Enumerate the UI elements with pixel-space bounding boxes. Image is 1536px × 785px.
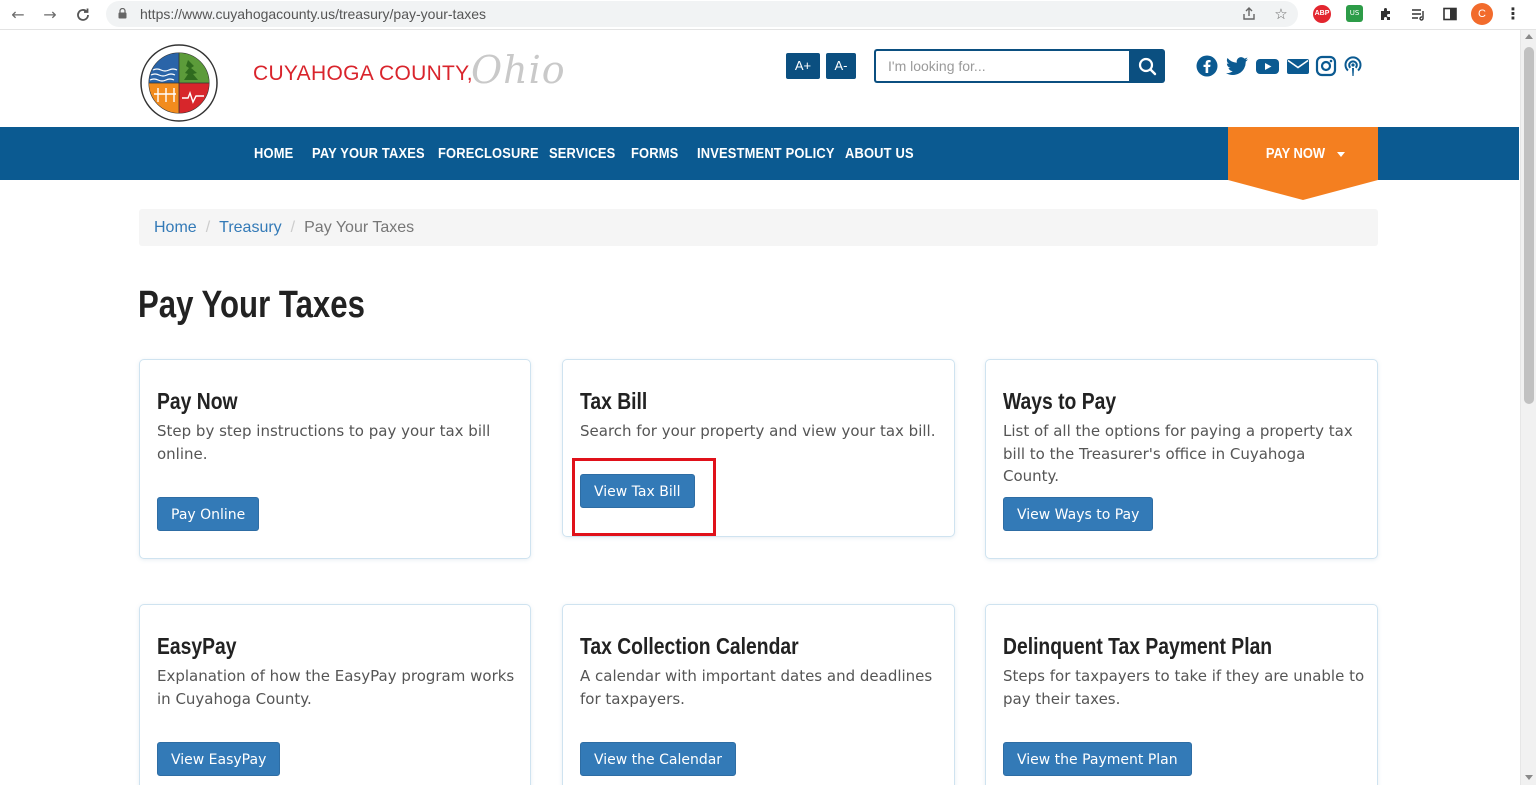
- page-scrollbar[interactable]: [1520, 30, 1536, 785]
- pay-now-ribbon-tail: [1228, 180, 1378, 200]
- scroll-up-icon[interactable]: [1525, 34, 1533, 39]
- card-title: Delinquent Tax Payment Plan: [1003, 633, 1273, 659]
- address-bar[interactable]: https://www.cuyahogacounty.us/treasury/p…: [106, 1, 1298, 27]
- site-search: [874, 49, 1165, 83]
- back-arrow-icon[interactable]: ←: [8, 5, 28, 25]
- highlight-box: [572, 458, 716, 536]
- scrollbar-thumb[interactable]: [1524, 47, 1534, 404]
- breadcrumb-home-link[interactable]: Home: [154, 219, 197, 236]
- breadcrumb-current: Pay Your Taxes: [304, 219, 415, 236]
- twitter-icon[interactable]: [1225, 55, 1249, 77]
- nav-pay-your-taxes[interactable]: PAY YOUR TAXES: [312, 127, 425, 180]
- forward-arrow-icon[interactable]: →: [40, 5, 60, 25]
- page-title: Pay Your Taxes: [138, 284, 365, 326]
- card-description: List of all the options for paying a pro…: [1003, 422, 1353, 485]
- county-seal-logo[interactable]: [140, 44, 218, 122]
- pay-online-button[interactable]: Pay Online: [157, 497, 260, 531]
- nav-forms[interactable]: FORMS: [631, 127, 678, 180]
- profile-avatar[interactable]: C: [1471, 3, 1493, 25]
- view-payment-plan-button[interactable]: View the Payment Plan: [1003, 742, 1192, 776]
- podcast-icon[interactable]: [1342, 55, 1364, 77]
- side-panel-icon[interactable]: [1440, 4, 1460, 24]
- vpn-extension-icon[interactable]: US: [1346, 5, 1363, 22]
- email-icon[interactable]: [1286, 55, 1310, 77]
- breadcrumb-separator: /: [205, 219, 211, 236]
- view-ways-to-pay-button[interactable]: View Ways to Pay: [1003, 497, 1154, 531]
- card-description: Step by step instructions to pay your ta…: [157, 422, 491, 463]
- instagram-icon[interactable]: [1315, 55, 1337, 77]
- caret-down-icon: [1337, 151, 1346, 157]
- card-easypay: EasyPay Explanation of how the EasyPay p…: [139, 604, 531, 785]
- card-description: Steps for taxpayers to take if they are …: [1003, 667, 1365, 708]
- font-increase-button[interactable]: A+: [786, 53, 820, 79]
- view-calendar-button[interactable]: View the Calendar: [580, 742, 737, 776]
- card-delinquent-tax-payment-plan: Delinquent Tax Payment Plan Steps for ta…: [985, 604, 1378, 785]
- adblock-extension-icon[interactable]: ABP: [1313, 5, 1331, 23]
- reload-icon[interactable]: [73, 5, 93, 25]
- search-icon: [1138, 57, 1157, 76]
- puzzle-extensions-icon[interactable]: [1376, 4, 1396, 24]
- card-title: Tax Collection Calendar: [580, 633, 799, 659]
- scroll-down-icon[interactable]: [1525, 775, 1533, 780]
- font-decrease-button[interactable]: A-: [826, 53, 856, 79]
- nav-services[interactable]: SERVICES: [549, 127, 615, 180]
- ohio-script-logo-text[interactable]: Ohio: [471, 48, 566, 92]
- pay-now-dropdown-button[interactable]: PAY NOW: [1228, 127, 1378, 180]
- pay-now-label: PAY NOW: [1265, 145, 1325, 162]
- reading-list-icon[interactable]: [1408, 4, 1428, 24]
- menu-kebab-icon[interactable]: ⋮: [1503, 4, 1523, 24]
- card-description: Explanation of how the EasyPay program w…: [157, 667, 515, 708]
- nav-foreclosure[interactable]: FORECLOSURE: [438, 127, 539, 180]
- breadcrumb-treasury-link[interactable]: Treasury: [219, 219, 282, 236]
- card-tax-collection-calendar: Tax Collection Calendar A calendar with …: [562, 604, 955, 785]
- url-text[interactable]: https://www.cuyahogacounty.us/treasury/p…: [140, 1, 486, 27]
- nav-about-us[interactable]: ABOUT US: [845, 127, 914, 180]
- county-name-logo-text[interactable]: CUYAHOGA COUNTY,: [253, 62, 473, 86]
- share-icon[interactable]: [1239, 4, 1259, 24]
- nav-investment-policy[interactable]: INVESTMENT POLICY: [697, 127, 835, 180]
- card-description: A calendar with important dates and dead…: [580, 667, 933, 708]
- view-easypay-button[interactable]: View EasyPay: [157, 742, 281, 776]
- youtube-icon[interactable]: [1255, 55, 1280, 77]
- card-ways-to-pay: Ways to Pay List of all the options for …: [985, 359, 1378, 559]
- bookmark-star-icon[interactable]: ☆: [1271, 4, 1291, 24]
- search-input[interactable]: [874, 49, 1130, 83]
- card-pay-now: Pay Now Step by step instructions to pay…: [139, 359, 531, 559]
- card-description: Search for your property and view your t…: [580, 422, 936, 440]
- card-title: EasyPay: [157, 633, 237, 659]
- card-title: Pay Now: [157, 388, 238, 414]
- breadcrumb: Home / Treasury / Pay Your Taxes: [139, 209, 1378, 246]
- card-title: Ways to Pay: [1003, 388, 1117, 414]
- facebook-icon[interactable]: [1196, 55, 1218, 77]
- nav-home[interactable]: HOME: [254, 127, 293, 180]
- search-button[interactable]: [1129, 49, 1165, 83]
- browser-toolbar: ← → https://www.cuyahogacounty.us/treasu…: [0, 0, 1536, 30]
- card-title: Tax Bill: [580, 388, 648, 414]
- lock-icon: [118, 8, 127, 19]
- breadcrumb-separator: /: [290, 219, 296, 236]
